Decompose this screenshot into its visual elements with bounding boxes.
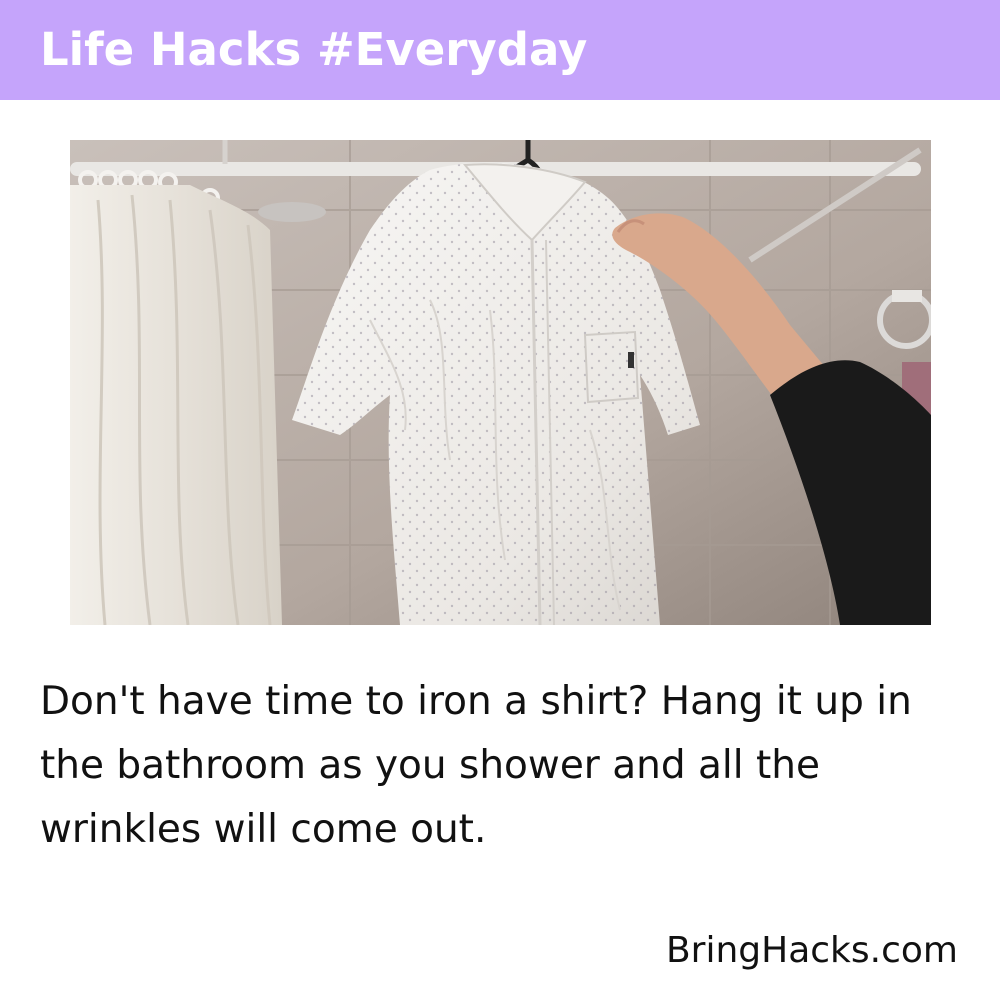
page-title: Life Hacks #Everyday (40, 23, 588, 76)
shirt-photo (70, 140, 931, 625)
hack-description: Don't have time to iron a shirt? Hang it… (40, 679, 912, 852)
header-banner: Life Hacks #Everyday (0, 0, 1000, 100)
shower-head (258, 202, 326, 222)
site-credit: BringHacks.com (665, 930, 958, 971)
